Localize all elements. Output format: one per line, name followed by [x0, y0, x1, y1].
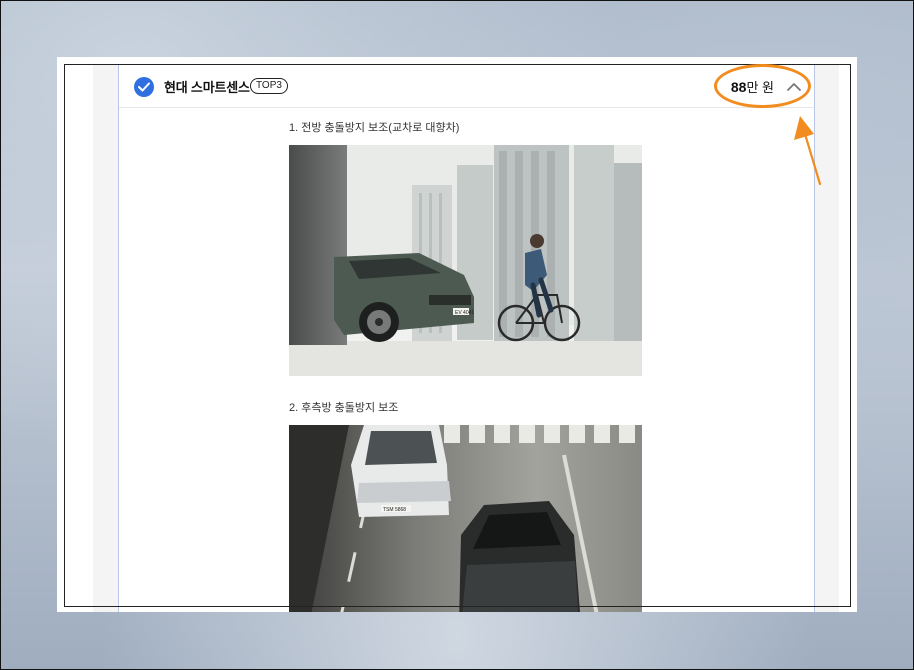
- option-header[interactable]: 현대 스마트센스 TOP3 88만 원: [119, 65, 814, 108]
- left-gutter: [93, 65, 118, 612]
- chevron-up-icon[interactable]: [786, 79, 802, 93]
- price-number: 88: [730, 79, 747, 95]
- top-badge: TOP3: [250, 78, 288, 94]
- option-price: 88만 원: [731, 77, 774, 96]
- option-title: 현대 스마트센스: [164, 80, 250, 95]
- check-circle-icon[interactable]: [134, 77, 154, 97]
- price-unit: 만 원: [746, 80, 774, 95]
- photo1-plate-text: EV 4041: [455, 310, 474, 316]
- item-2-label: 2. 후측방 충돌방지 보조: [289, 402, 399, 414]
- right-gutter: [814, 65, 839, 612]
- item-1-label: 1. 전방 충돌방지 보조(교차로 대향차): [289, 122, 460, 134]
- front-collision-image: EV 4041: [289, 145, 642, 376]
- option-panel: 현대 스마트센스 TOP3 88만 원 1. 전방 충돌방지 보조(교차로 대향…: [118, 65, 815, 612]
- screenshot-area: 현대 스마트센스 TOP3 88만 원 1. 전방 충돌방지 보조(교차로 대향…: [57, 57, 857, 612]
- rear-collision-image: TSM 5868: [289, 425, 642, 612]
- photo2-plate-text: TSM 5868: [383, 507, 406, 513]
